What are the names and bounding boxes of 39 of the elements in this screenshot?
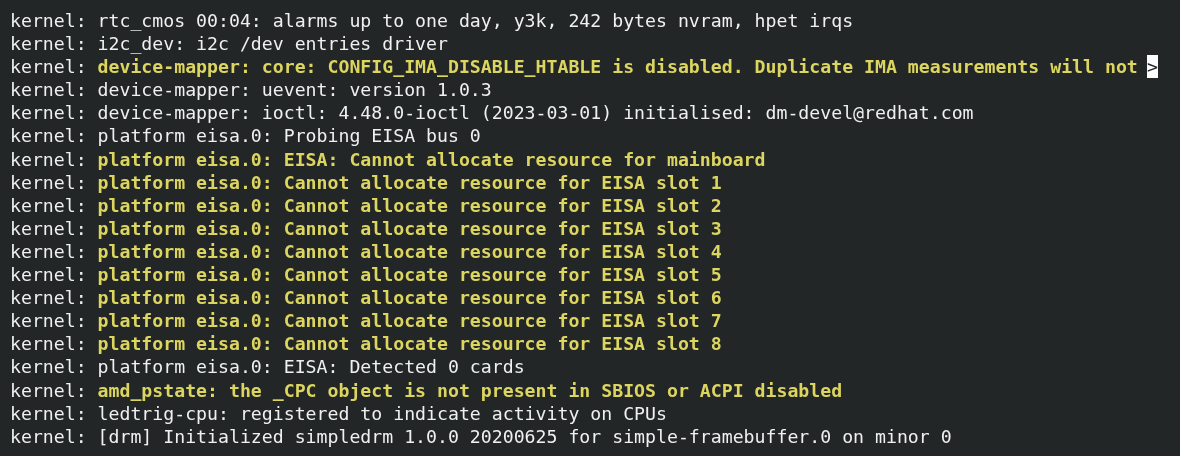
log-source: kernel:: [10, 332, 87, 356]
log-message: device-mapper: uevent: version 1.0.3: [97, 78, 492, 102]
log-source: kernel:: [10, 32, 87, 56]
log-source: kernel:: [10, 286, 87, 310]
log-source: kernel:: [10, 78, 87, 102]
log-source: kernel:: [10, 55, 87, 79]
log-message: platform eisa.0: Cannot allocate resource for EISA slot 3: [97, 216, 722, 240]
log-source: kernel:: [10, 9, 87, 33]
log-source: kernel:: [10, 263, 87, 287]
log-source: kernel:: [10, 239, 87, 264]
log-source: kernel:: [10, 309, 87, 333]
log-message: platform eisa.0: Cannot allocate resource for EISA slot 8: [97, 332, 722, 356]
log-message: ledtrig-cpu: registered to indicate activity on CPUs: [97, 401, 667, 425]
log-message: amd_pstate: the _CPC object is not present in SBIOS or ACPI disabled: [97, 378, 843, 402]
log-message: [drm] Initialized simpledrm 1.0.0 20200625 for simple-framebuffer.0 on minor 0: [97, 424, 952, 448]
log-source: kernel:: [10, 101, 87, 125]
log-message: platform eisa.0: Cannot allocate resource for EISA slot 4: [97, 239, 722, 264]
overflow-marker: >: [1146, 55, 1158, 79]
log-message: platform eisa.0: EISA: Cannot allocate resource for mainboard: [97, 147, 766, 171]
log-message: i2c_dev: i2c /dev entries driver: [97, 32, 448, 56]
log-source: kernel:: [10, 170, 87, 194]
log-message: platform eisa.0: Cannot allocate resource for EISA slot 7: [97, 309, 722, 333]
log-source: kernel:: [10, 193, 87, 217]
log-message: device-mapper: core: CONFIG_IMA_DISABLE_HTABLE is disabled. Duplicate IMA measurements will not: [97, 55, 1138, 79]
log-source: kernel:: [10, 424, 87, 448]
log-message: platform eisa.0: EISA: Detected 0 cards: [97, 355, 525, 379]
log-message: platform eisa.0: Cannot allocate resource for EISA slot 2: [97, 193, 722, 217]
log-message: platform eisa.0: Cannot allocate resource for EISA slot 1: [97, 170, 722, 194]
log-source: kernel:: [10, 216, 87, 240]
log-source: kernel:: [10, 124, 87, 148]
log-message: platform eisa.0: Probing EISA bus 0: [97, 124, 481, 148]
log-message: platform eisa.0: Cannot allocate resource for EISA slot 6: [97, 286, 722, 310]
log-source: kernel:: [10, 378, 87, 402]
log-message: device-mapper: ioctl: 4.48.0-ioctl (2023-03-01) initialised: dm-devel@redhat.com: [97, 101, 974, 125]
log-source: kernel:: [10, 355, 87, 379]
log-message: rtc_cmos 00:04: alarms up to one day, y3k, 242 bytes nvram, hpet irqs: [97, 9, 854, 33]
log-message: platform eisa.0: Cannot allocate resource for EISA slot 5: [97, 263, 722, 287]
log-source: kernel:: [10, 147, 87, 171]
log-source: kernel:: [10, 401, 87, 425]
